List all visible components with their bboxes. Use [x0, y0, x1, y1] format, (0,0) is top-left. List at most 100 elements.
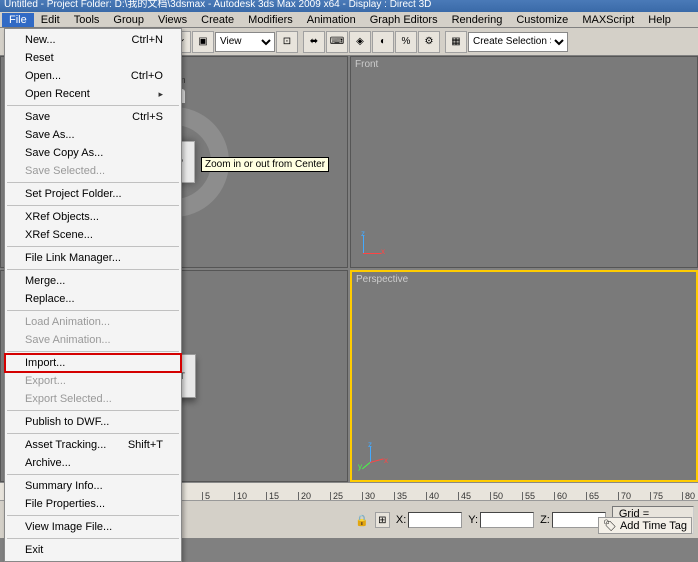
ruler-tick: 80	[682, 492, 695, 500]
menu-item-publishtodwf[interactable]: Publish to DWF...	[5, 413, 181, 431]
menu-item-save[interactable]: SaveCtrl+S	[5, 108, 181, 126]
menu-help[interactable]: Help	[641, 13, 678, 27]
abs-transform-button[interactable]: ⊞	[375, 512, 390, 528]
ruler-tick: 10	[234, 492, 247, 500]
ruler-tick: 75	[650, 492, 663, 500]
menu-item-saveselected: Save Selected...	[5, 162, 181, 180]
menu-maxscript[interactable]: MAXScript	[575, 13, 641, 27]
ruler-tick: 70	[618, 492, 631, 500]
coord-x-input[interactable]	[408, 512, 462, 528]
ruler-tick: 50	[490, 492, 503, 500]
coord-x: X:	[396, 512, 462, 528]
menu-item-setprojectfolder[interactable]: Set Project Folder...	[5, 185, 181, 203]
menu-separator	[7, 538, 179, 539]
menu-item-saveas[interactable]: Save As...	[5, 126, 181, 144]
ruler-tick: 45	[458, 492, 471, 500]
file-menu-dropdown: New...Ctrl+NResetOpen...Ctrl+OOpen Recen…	[4, 28, 182, 562]
menu-grapheditors[interactable]: Graph Editors	[363, 13, 445, 27]
ruler-tick: 55	[522, 492, 535, 500]
menu-item-reset[interactable]: Reset	[5, 49, 181, 67]
ref-coord-select[interactable]: View	[215, 32, 275, 52]
window-titlebar: Untitled - Project Folder: D:\我的文档\3dsma…	[0, 0, 698, 12]
menu-item-export: Export...	[5, 372, 181, 390]
ruler-tick: 20	[298, 492, 311, 500]
menu-edit[interactable]: Edit	[34, 13, 67, 27]
named-selection-button[interactable]: ▦	[445, 31, 467, 53]
ruler-tick: 30	[362, 492, 375, 500]
menu-item-replace[interactable]: Replace...	[5, 290, 181, 308]
menu-animation[interactable]: Animation	[300, 13, 363, 27]
menubar: FileEditToolsGroupViewsCreateModifiersAn…	[0, 12, 698, 28]
coord-z: Z:	[540, 512, 606, 528]
menu-separator	[7, 515, 179, 516]
spinner-snap-button[interactable]: ⚙	[418, 31, 440, 53]
ruler-tick: 5	[202, 492, 210, 500]
menu-item-exportselected: Export Selected...	[5, 390, 181, 408]
menu-separator	[7, 269, 179, 270]
menu-item-import[interactable]: Import...	[5, 354, 181, 372]
ruler-tick: 60	[554, 492, 567, 500]
coord-y-input[interactable]	[480, 512, 534, 528]
menu-separator	[7, 246, 179, 247]
menu-separator	[7, 182, 179, 183]
menu-tools[interactable]: Tools	[67, 13, 107, 27]
lock-icon[interactable]: 🔒	[355, 514, 369, 527]
menu-item-new[interactable]: New...Ctrl+N	[5, 31, 181, 49]
menu-group[interactable]: Group	[106, 13, 151, 27]
menu-item-exit[interactable]: Exit	[5, 541, 181, 559]
menu-separator	[7, 105, 179, 106]
keyboard-shortcut-button[interactable]: ⌨	[326, 31, 348, 53]
menu-file[interactable]: File	[2, 13, 34, 27]
menu-separator	[7, 410, 179, 411]
menu-views[interactable]: Views	[151, 13, 194, 27]
viewport-label-perspective: Perspective	[356, 274, 408, 285]
create-selection-set-select[interactable]: Create Selection Set	[468, 32, 568, 52]
timetag-label: Add Time Tag	[620, 520, 687, 532]
use-center-button[interactable]: ⊡	[276, 31, 298, 53]
menu-item-summaryinfo[interactable]: Summary Info...	[5, 477, 181, 495]
viewcube-tooltip: Zoom in or out from Center	[201, 157, 329, 172]
menu-item-loadanimation: Load Animation...	[5, 313, 181, 331]
ruler-tick: 65	[586, 492, 599, 500]
menu-item-open[interactable]: Open...Ctrl+O	[5, 67, 181, 85]
coord-y: Y:	[468, 512, 534, 528]
ruler-tick: 25	[330, 492, 343, 500]
coord-x-label: X:	[396, 514, 406, 526]
menu-item-xrefobjects[interactable]: XRef Objects...	[5, 208, 181, 226]
menu-item-saveanimation: Save Animation...	[5, 331, 181, 349]
snap-percent-button[interactable]: %	[395, 31, 417, 53]
viewport-label-front: Front	[355, 59, 378, 70]
menu-create[interactable]: Create	[194, 13, 241, 27]
ruler-tick: 40	[426, 492, 439, 500]
ruler-tick: 15	[266, 492, 279, 500]
menu-separator	[7, 351, 179, 352]
menu-separator	[7, 433, 179, 434]
select-scale-button[interactable]: ▣	[192, 31, 214, 53]
axis-gizmo-front: z x	[361, 229, 391, 259]
menu-item-filelinkmanager[interactable]: File Link Manager...	[5, 249, 181, 267]
menu-item-viewimagefile[interactable]: View Image File...	[5, 518, 181, 536]
axis-gizmo-perspective: z x y	[362, 442, 392, 472]
menu-item-archive[interactable]: Archive...	[5, 454, 181, 472]
ruler-tick: 35	[394, 492, 407, 500]
snap-2d-button[interactable]: ◈	[349, 31, 371, 53]
menu-item-merge[interactable]: Merge...	[5, 272, 181, 290]
menu-modifiers[interactable]: Modifiers	[241, 13, 300, 27]
menu-separator	[7, 205, 179, 206]
menu-customize[interactable]: Customize	[509, 13, 575, 27]
menu-item-openrecent[interactable]: Open Recent	[5, 85, 181, 103]
snap-angle-button[interactable]: ◐	[372, 31, 394, 53]
menu-separator	[7, 474, 179, 475]
coord-y-label: Y:	[468, 514, 478, 526]
add-time-tag[interactable]: 🏷 Add Time Tag	[598, 517, 692, 534]
menu-item-fileproperties[interactable]: File Properties...	[5, 495, 181, 513]
select-manipulate-button[interactable]: ⬌	[303, 31, 325, 53]
menu-item-assettracking[interactable]: Asset Tracking...Shift+T	[5, 436, 181, 454]
menu-rendering[interactable]: Rendering	[445, 13, 510, 27]
menu-separator	[7, 310, 179, 311]
viewport-front[interactable]: Front z x	[350, 56, 698, 268]
menu-item-savecopyas[interactable]: Save Copy As...	[5, 144, 181, 162]
menu-item-xrefscene[interactable]: XRef Scene...	[5, 226, 181, 244]
viewport-perspective[interactable]: Perspective z x y	[350, 270, 698, 482]
coord-z-label: Z:	[540, 514, 550, 526]
